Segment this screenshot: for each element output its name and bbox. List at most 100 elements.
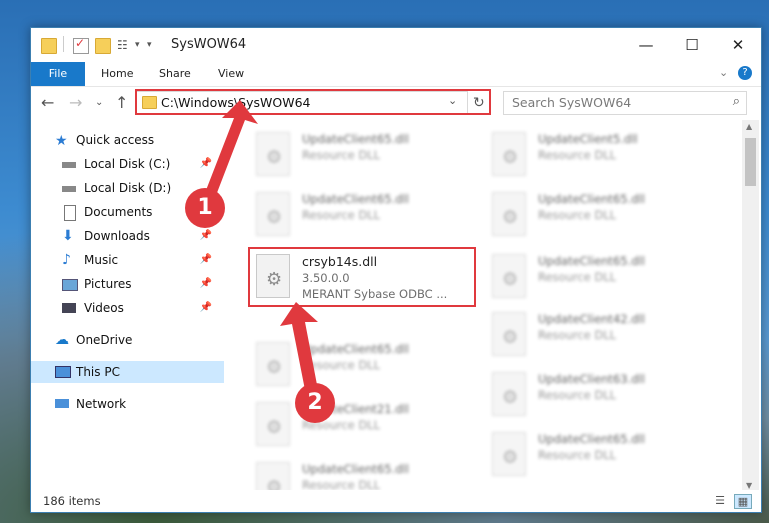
dll-file-icon: ⚙ bbox=[256, 342, 290, 386]
file-description: Resource DLL bbox=[538, 208, 617, 222]
file-item[interactable]: ⚙ UpdateClient65.dll Resource DLL bbox=[252, 128, 472, 184]
pin-icon: 📌 bbox=[199, 254, 212, 265]
search-icon: ⌕ bbox=[732, 94, 740, 109]
scroll-up-icon[interactable]: ▲ bbox=[746, 122, 752, 131]
window-title: SysWOW64 bbox=[171, 37, 247, 52]
dll-file-icon: ⚙ bbox=[256, 192, 290, 236]
search-placeholder: Search SysWOW64 bbox=[512, 95, 632, 110]
minimize-button[interactable]: — bbox=[623, 28, 669, 62]
cloud-icon: ☁ bbox=[55, 332, 69, 348]
file-name: UpdateClient65.dll bbox=[302, 342, 409, 356]
file-item[interactable]: ⚙ UpdateClient65.dll Resource DLL bbox=[488, 428, 708, 484]
file-item[interactable]: ⚙ UpdateClient5.dll Resource DLL bbox=[488, 128, 708, 184]
overflow-chevron-icon[interactable]: ▾ bbox=[147, 40, 161, 54]
file-name: UpdateClient42.dll bbox=[538, 312, 645, 326]
sidebar-item-downloads[interactable]: ⬇ Downloads 📌 bbox=[31, 225, 224, 247]
dll-file-icon: ⚙ bbox=[492, 432, 526, 476]
file-item[interactable]: ⚙ UpdateClient65.dll Resource DLL bbox=[488, 250, 708, 306]
close-button[interactable]: ✕ bbox=[715, 28, 761, 62]
file-item[interactable]: ⚙ UpdateClient65.dll Resource DLL bbox=[252, 188, 472, 244]
file-description: Resource DLL bbox=[302, 208, 381, 222]
scroll-down-icon[interactable]: ▼ bbox=[746, 481, 752, 490]
file-highlight-box bbox=[248, 247, 476, 307]
sidebar-item-onedrive[interactable]: ☁ OneDrive bbox=[31, 329, 224, 351]
sidebar-item-music[interactable]: ♪ Music 📌 bbox=[31, 249, 224, 271]
sidebar-item-label: Pictures bbox=[84, 277, 132, 291]
file-item[interactable]: ⚙ UpdateClient42.dll Resource DLL bbox=[488, 308, 708, 364]
file-description: Resource DLL bbox=[538, 328, 617, 342]
help-icon[interactable]: ? bbox=[738, 66, 752, 80]
ribbon-bar: File Home Share View ⌄ ? bbox=[31, 62, 761, 87]
dll-file-icon: ⚙ bbox=[492, 132, 526, 176]
forward-icon[interactable]: → bbox=[69, 93, 82, 112]
file-item[interactable]: ⚙ UpdateClient63.dll Resource DLL bbox=[488, 368, 708, 424]
file-name: UpdateClient65.dll bbox=[538, 254, 645, 268]
sidebar-item-label: This PC bbox=[76, 365, 120, 379]
sidebar-item-this-pc[interactable]: This PC bbox=[31, 361, 224, 383]
file-name: UpdateClient65.dll bbox=[302, 462, 409, 476]
up-icon[interactable]: ↑ bbox=[115, 93, 128, 112]
music-icon: ♪ bbox=[62, 252, 71, 268]
videos-icon bbox=[62, 303, 76, 313]
address-highlight-box bbox=[135, 89, 491, 115]
sidebar-item-pictures[interactable]: Pictures 📌 bbox=[31, 273, 224, 295]
new-folder-icon[interactable] bbox=[95, 38, 111, 54]
explorer-window: ✓ ☷ ▾ ▾ SysWOW64 — ☐ ✕ File Home Share V… bbox=[30, 27, 762, 513]
pictures-icon bbox=[62, 279, 78, 291]
file-tab[interactable]: File bbox=[31, 62, 85, 86]
large-icons-view-icon[interactable]: ▦ bbox=[734, 494, 752, 509]
dll-file-icon: ⚙ bbox=[492, 192, 526, 236]
network-icon bbox=[55, 399, 69, 408]
maximize-button[interactable]: ☐ bbox=[669, 28, 715, 62]
navigation-pane: ★ Quick access Local Disk (C:) 📌 Local D… bbox=[31, 120, 224, 490]
sidebar-item-network[interactable]: Network bbox=[31, 393, 224, 415]
vertical-scrollbar[interactable]: ▲ ▼ bbox=[742, 120, 759, 492]
file-name: UpdateClient65.dll bbox=[538, 192, 645, 206]
file-item[interactable]: ⚙ UpdateClient65.dll Resource DLL bbox=[252, 458, 472, 490]
step-1-badge: 1 bbox=[185, 188, 225, 228]
sidebar-item-label: OneDrive bbox=[76, 333, 133, 347]
expand-ribbon-icon[interactable]: ⌄ bbox=[719, 66, 728, 79]
step-2-badge: 2 bbox=[295, 383, 335, 423]
file-name: UpdateClient65.dll bbox=[302, 132, 409, 146]
recent-locations-icon[interactable]: ⌄ bbox=[95, 97, 103, 108]
sidebar-item-quick-access[interactable]: ★ Quick access bbox=[31, 129, 224, 151]
details-view-icon[interactable]: ☰ bbox=[712, 494, 728, 507]
sidebar-item-videos[interactable]: Videos 📌 bbox=[31, 297, 224, 319]
file-description: Resource DLL bbox=[538, 388, 617, 402]
tab-view[interactable]: View bbox=[218, 62, 244, 86]
back-icon[interactable]: ← bbox=[41, 93, 54, 112]
file-name: UpdateClient65.dll bbox=[538, 432, 645, 446]
pin-icon: 📌 bbox=[199, 158, 212, 169]
file-description: Resource DLL bbox=[302, 148, 381, 162]
pin-icon: 📌 bbox=[199, 302, 212, 313]
computer-icon bbox=[55, 366, 71, 378]
file-item[interactable]: ⚙ UpdateClient21.dll Resource DLL bbox=[252, 398, 472, 454]
folder-icon bbox=[41, 38, 57, 54]
dll-file-icon: ⚙ bbox=[492, 254, 526, 298]
scrollbar-thumb[interactable] bbox=[745, 138, 756, 186]
file-description: Resource DLL bbox=[302, 358, 381, 372]
file-description: Resource DLL bbox=[538, 448, 617, 462]
sidebar-item-label: Local Disk (C:) bbox=[84, 157, 171, 171]
sidebar-item-label: Videos bbox=[84, 301, 124, 315]
tab-share[interactable]: Share bbox=[159, 62, 191, 86]
file-item[interactable]: ⚙ UpdateClient65.dll Resource DLL bbox=[488, 188, 708, 244]
sidebar-item-label: Downloads bbox=[84, 229, 150, 243]
tab-home[interactable]: Home bbox=[101, 62, 133, 86]
sidebar-item-local-disk-c[interactable]: Local Disk (C:) 📌 bbox=[31, 153, 224, 175]
file-item[interactable]: ⚙ UpdateClient65.dll Resource DLL bbox=[252, 338, 472, 394]
sidebar-item-label: Documents bbox=[84, 205, 153, 219]
file-description: Resource DLL bbox=[538, 270, 617, 284]
search-input[interactable]: Search SysWOW64 ⌕ bbox=[503, 91, 747, 115]
customize-toolbar-icon[interactable]: ☷ bbox=[117, 38, 131, 52]
drive-icon bbox=[62, 186, 76, 192]
download-icon: ⬇ bbox=[62, 228, 74, 244]
drive-icon bbox=[62, 162, 76, 168]
file-name: UpdateClient65.dll bbox=[302, 192, 409, 206]
dll-file-icon: ⚙ bbox=[256, 132, 290, 176]
star-icon: ★ bbox=[55, 133, 68, 149]
dll-file-icon: ⚙ bbox=[492, 312, 526, 356]
properties-icon[interactable]: ✓ bbox=[73, 36, 89, 54]
file-name: UpdateClient63.dll bbox=[538, 372, 645, 386]
